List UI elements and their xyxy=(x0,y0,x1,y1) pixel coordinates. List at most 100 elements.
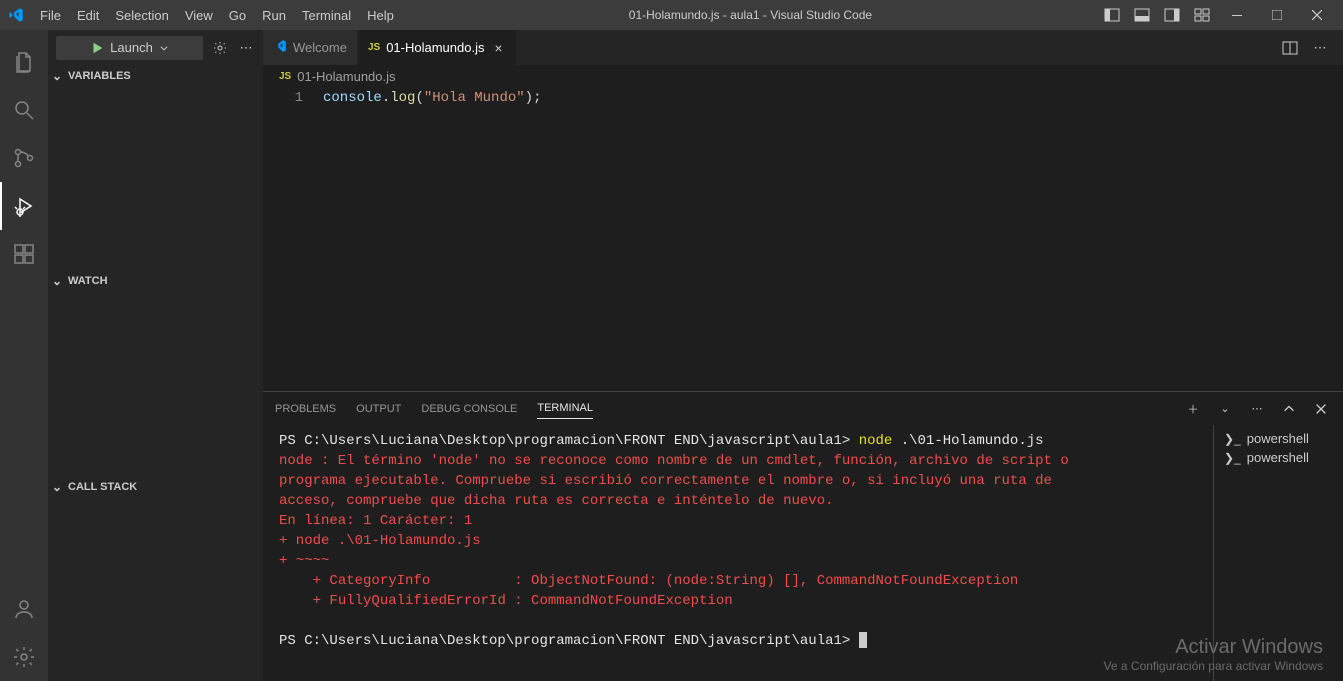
title-bar: File Edit Selection View Go Run Terminal… xyxy=(0,0,1343,30)
breadcrumb-file: 01-Holamundo.js xyxy=(297,69,395,84)
terminal-command-arg: .\01-Holamundo.js xyxy=(892,433,1043,449)
editor-area: Welcome JS 01-Holamundo.js × ⋯ JS 01-Hol… xyxy=(263,30,1343,681)
code-token: log xyxy=(390,90,415,106)
menu-selection[interactable]: Selection xyxy=(107,4,176,27)
terminal-error-line: + CategoryInfo : ObjectNotFound: (node:S… xyxy=(279,573,1018,589)
terminal-list-item[interactable]: ❯_ powershell xyxy=(1214,429,1343,448)
more-editor-actions-icon[interactable]: ⋯ xyxy=(1309,37,1331,59)
chevron-down-icon: ⌄ xyxy=(52,69,68,83)
line-gutter: 1 xyxy=(263,87,323,391)
maximize-button[interactable] xyxy=(1259,2,1295,28)
menu-run[interactable]: Run xyxy=(254,4,294,27)
terminal-prompt: PS C:\Users\Luciana\Desktop\programacion… xyxy=(279,633,859,649)
terminal-error-line: + FullyQualifiedErrorId : CommandNotFoun… xyxy=(279,593,733,609)
menu-terminal[interactable]: Terminal xyxy=(294,4,359,27)
toggle-primary-sidebar-icon[interactable] xyxy=(1099,2,1125,28)
activity-explorer-icon[interactable] xyxy=(0,38,48,86)
tab-welcome[interactable]: Welcome xyxy=(263,30,358,65)
powershell-icon: ❯_ xyxy=(1224,432,1241,446)
code-content[interactable]: console.log("Hola Mundo"); xyxy=(323,87,1243,391)
panel-tab-problems[interactable]: Problems xyxy=(275,399,336,419)
activity-extensions-icon[interactable] xyxy=(0,230,48,278)
terminal-list-item[interactable]: ❯_ powershell xyxy=(1214,448,1343,467)
toggle-panel-icon[interactable] xyxy=(1129,2,1155,28)
terminal-output[interactable]: PS C:\Users\Luciana\Desktop\programacion… xyxy=(263,425,1213,681)
chevron-down-icon: ⌄ xyxy=(52,274,68,288)
panel-tab-output[interactable]: Output xyxy=(356,399,401,419)
activity-bar xyxy=(0,30,48,681)
powershell-icon: ❯_ xyxy=(1224,451,1241,465)
menu-go[interactable]: Go xyxy=(221,4,254,27)
bottom-panel: Problems Output Debug Console Terminal ＋… xyxy=(263,391,1343,681)
menu-help[interactable]: Help xyxy=(359,4,402,27)
tab-bar: Welcome JS 01-Holamundo.js × ⋯ xyxy=(263,30,1343,65)
breadcrumb[interactable]: JS 01-Holamundo.js xyxy=(263,65,1343,87)
terminal-error-line: + node .\01-Holamundo.js xyxy=(279,533,481,549)
toggle-secondary-sidebar-icon[interactable] xyxy=(1159,2,1185,28)
sidebar-header: Launch ⋯ xyxy=(48,30,263,65)
code-token: ) xyxy=(525,90,533,106)
tab-welcome-label: Welcome xyxy=(293,40,347,55)
activity-search-icon[interactable] xyxy=(0,86,48,134)
section-call-stack-label: Call Stack xyxy=(68,481,137,493)
terminal-cursor xyxy=(859,632,867,648)
code-token: . xyxy=(382,90,390,106)
activity-source-control-icon[interactable] xyxy=(0,134,48,182)
section-call-stack[interactable]: ⌄ Call Stack xyxy=(48,476,263,498)
close-tab-icon[interactable]: × xyxy=(490,40,506,56)
panel-tabs: Problems Output Debug Console Terminal ＋… xyxy=(263,392,1343,425)
more-actions-icon[interactable]: ⋯ xyxy=(237,39,255,57)
terminal-list-label: powershell xyxy=(1247,450,1309,465)
configure-gear-icon[interactable] xyxy=(211,39,229,57)
code-token: ( xyxy=(415,90,423,106)
terminal-error-line: acceso, compruebe que dicha ruta es corr… xyxy=(279,493,834,509)
panel-actions: ＋ ⌄ ⋯ xyxy=(1183,399,1331,419)
section-variables[interactable]: ⌄ Variables xyxy=(48,65,263,87)
editor-actions: ⋯ xyxy=(1279,30,1343,65)
tab-file-label: 01-Holamundo.js xyxy=(386,40,484,55)
menu-view[interactable]: View xyxy=(177,4,221,27)
code-token: "Hola Mundo" xyxy=(424,90,525,106)
panel-tab-terminal[interactable]: Terminal xyxy=(537,398,593,419)
window-title: 01-Holamundo.js - aula1 - Visual Studio … xyxy=(402,8,1099,22)
code-token: ; xyxy=(533,90,541,106)
panel-body: PS C:\Users\Luciana\Desktop\programacion… xyxy=(263,425,1343,681)
code-editor[interactable]: 1 console.log("Hola Mundo"); xyxy=(263,87,1343,391)
chevron-down-icon: ⌄ xyxy=(52,480,68,494)
launch-label: Launch xyxy=(110,40,153,55)
minimap[interactable] xyxy=(1243,87,1343,391)
tab-file-active[interactable]: JS 01-Holamundo.js × xyxy=(358,30,518,65)
terminal-error-line: programa ejecutable. Compruebe si escrib… xyxy=(279,473,1052,489)
close-panel-icon[interactable] xyxy=(1311,399,1331,419)
menu-file[interactable]: File xyxy=(32,4,69,27)
customize-layout-icon[interactable] xyxy=(1189,2,1215,28)
terminal-list-label: powershell xyxy=(1247,431,1309,446)
terminal-prompt: PS C:\Users\Luciana\Desktop\programacion… xyxy=(279,433,859,449)
more-panel-actions-icon[interactable]: ⋯ xyxy=(1247,399,1267,419)
launch-button[interactable]: Launch xyxy=(56,36,203,60)
debug-sidebar: Launch ⋯ ⌄ Variables ⌄ Watch ⌄ Call Stac… xyxy=(48,30,263,681)
section-variables-label: Variables xyxy=(68,70,131,82)
section-watch-label: Watch xyxy=(68,275,108,287)
panel-tab-debug-console[interactable]: Debug Console xyxy=(421,399,517,419)
activity-accounts-icon[interactable] xyxy=(0,585,48,633)
maximize-panel-icon[interactable] xyxy=(1279,399,1299,419)
section-watch[interactable]: ⌄ Watch xyxy=(48,270,263,292)
js-icon: JS xyxy=(368,42,380,53)
code-token: console xyxy=(323,90,382,106)
split-editor-icon[interactable] xyxy=(1279,37,1301,59)
vscode-icon xyxy=(273,39,287,56)
terminal-error-line: + ~~~~ xyxy=(279,553,329,569)
menu-bar: File Edit Selection View Go Run Terminal… xyxy=(32,4,402,27)
split-terminal-dropdown-icon[interactable]: ⌄ xyxy=(1215,399,1235,419)
activity-run-debug-icon[interactable] xyxy=(0,182,48,230)
minimize-button[interactable] xyxy=(1219,2,1255,28)
terminal-error-line: node : El término 'node' no se reconoce … xyxy=(279,453,1069,469)
activity-settings-icon[interactable] xyxy=(0,633,48,681)
window-controls xyxy=(1099,2,1335,28)
terminal-command: node xyxy=(859,433,893,449)
line-number: 1 xyxy=(263,89,303,108)
close-button[interactable] xyxy=(1299,2,1335,28)
new-terminal-icon[interactable]: ＋ xyxy=(1183,399,1203,419)
menu-edit[interactable]: Edit xyxy=(69,4,107,27)
